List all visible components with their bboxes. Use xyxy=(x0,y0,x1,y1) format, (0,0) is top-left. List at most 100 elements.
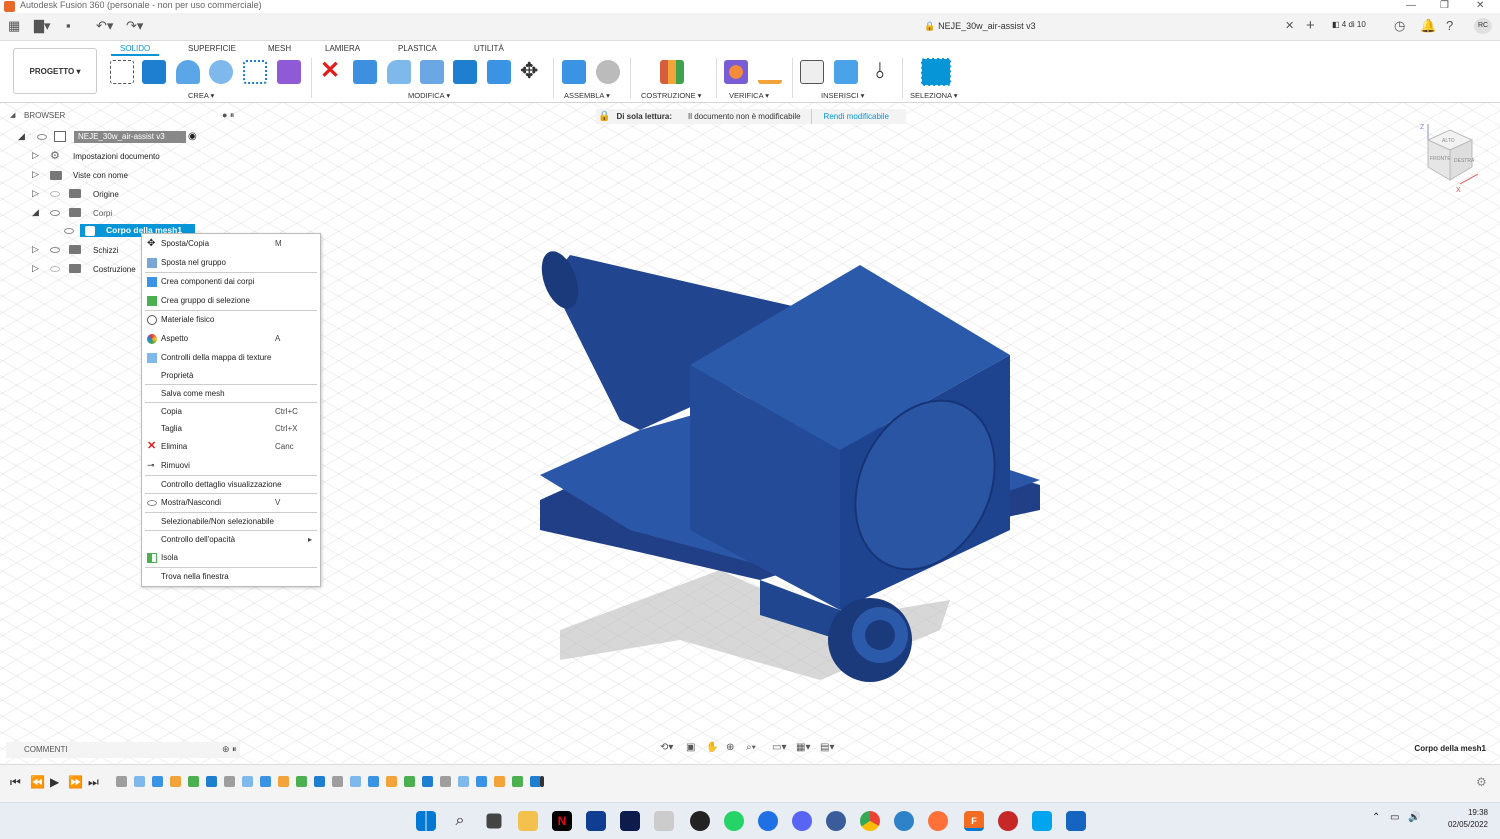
browser-root-node[interactable]: NEJE_30w_air-assist v3 xyxy=(74,131,186,143)
file-icon[interactable]: ▇▾ xyxy=(34,18,51,34)
whatsapp-icon[interactable] xyxy=(724,811,744,831)
visibility-eye-icon[interactable] xyxy=(50,266,60,272)
netflix-icon[interactable]: N xyxy=(552,811,572,831)
mesh-model-3d[interactable] xyxy=(520,240,1060,700)
fusion-360-taskbar-icon[interactable]: F xyxy=(964,811,984,831)
menu-item-mappa-texture[interactable]: Controlli della mappa di texture xyxy=(142,349,320,366)
timeline-feature-icon[interactable] xyxy=(512,776,523,787)
timeline-feature-icon[interactable] xyxy=(386,776,397,787)
browser-item-origine[interactable]: Origine xyxy=(93,190,119,199)
menu-item-aspetto[interactable]: Aspetto A xyxy=(142,330,320,347)
zoom-window-icon[interactable]: ⌕▾ xyxy=(746,742,756,753)
edge-icon[interactable] xyxy=(894,811,914,831)
menu-item-sposta-copia[interactable]: ✥ Sposta/Copia M xyxy=(142,235,320,252)
expand-icon[interactable]: ▷ xyxy=(32,244,39,255)
tab-superficie[interactable]: SUPERFICIE xyxy=(188,44,236,53)
tab-lamiera[interactable]: LAMIERA xyxy=(325,44,360,53)
document-tab[interactable]: 🔒 NEJE_30w_air-assist v3 xyxy=(630,21,1330,32)
insert-derive-icon[interactable] xyxy=(800,60,824,84)
menu-item-rimuovi[interactable]: ⊸ Rimuovi xyxy=(142,457,320,474)
menu-item-opacita[interactable]: Controllo dell'opacità ▸ xyxy=(142,531,320,548)
timeline-feature-icon[interactable] xyxy=(332,776,343,787)
tab-plastica[interactable]: PLASTICA xyxy=(398,44,437,53)
timeline-feature-icon[interactable] xyxy=(242,776,253,787)
browser-pin-icon[interactable]: ● ⏸ xyxy=(222,110,234,121)
expand-icon[interactable]: ▷ xyxy=(32,150,39,161)
maximize-icon[interactable]: ❐ xyxy=(1440,0,1449,11)
canvas-image-icon[interactable] xyxy=(834,60,858,84)
pan-icon[interactable]: ✋ xyxy=(706,742,718,753)
create-sketch-icon[interactable] xyxy=(110,60,134,84)
discord-icon[interactable] xyxy=(792,811,812,831)
app-icon-red[interactable] xyxy=(998,811,1018,831)
collapse-root-icon[interactable]: ◢ xyxy=(18,131,25,142)
prime-video-icon[interactable] xyxy=(586,811,606,831)
help-icon[interactable]: ? xyxy=(1446,18,1453,33)
browser-item-costruzione[interactable]: Costruzione xyxy=(93,265,136,274)
tab-mesh[interactable]: MESH xyxy=(268,44,291,53)
browser-item-viste[interactable]: Viste con nome xyxy=(73,171,128,180)
timeline-feature-icon[interactable] xyxy=(152,776,163,787)
zoom-icon[interactable]: ⊕ xyxy=(726,742,734,753)
measure-icon[interactable] xyxy=(758,60,782,84)
delete-icon[interactable]: ✕ xyxy=(320,59,344,84)
group-inserisci[interactable]: INSERISCI ▾ xyxy=(821,91,864,100)
task-view-icon[interactable] xyxy=(486,813,502,829)
joint-icon[interactable] xyxy=(596,60,620,84)
timeline-feature-icon[interactable] xyxy=(296,776,307,787)
timeline-feature-icon[interactable] xyxy=(260,776,271,787)
file-explorer-icon[interactable] xyxy=(518,811,538,831)
move-icon[interactable]: ✥ xyxy=(520,60,544,84)
collapse-icon[interactable]: ◢ xyxy=(32,207,39,218)
menu-item-dettaglio[interactable]: Controllo dettaglio visualizzazione xyxy=(142,476,320,493)
timeline-last-icon[interactable]: ⏭ xyxy=(88,775,99,790)
orbit-icon[interactable]: ⟲▾ xyxy=(660,742,673,753)
decal-icon[interactable]: ⫰ xyxy=(868,60,892,84)
timeline-feature-icon[interactable] xyxy=(206,776,217,787)
menu-item-isola[interactable]: Isola xyxy=(142,549,320,566)
menu-item-mostra-nascondi[interactable]: Mostra/Nascondi V xyxy=(142,494,320,511)
timeline-feature-icon[interactable] xyxy=(404,776,415,787)
windows-start-icon[interactable] xyxy=(416,811,436,831)
firefox-icon[interactable] xyxy=(928,811,948,831)
timeline-feature-icon[interactable] xyxy=(170,776,181,787)
expand-icon[interactable]: ▷ xyxy=(32,263,39,274)
chamfer-icon[interactable] xyxy=(420,60,444,84)
fillet-icon[interactable] xyxy=(387,60,411,84)
disney-plus-icon[interactable] xyxy=(620,811,640,831)
browser-item-schizzi[interactable]: Schizzi xyxy=(93,246,118,255)
menu-item-elimina[interactable]: ✕ Elimina Canc xyxy=(142,438,320,455)
new-tab-icon[interactable]: + xyxy=(1306,17,1315,34)
group-seleziona[interactable]: SELEZIONA ▾ xyxy=(910,91,958,100)
timeline-play-icon[interactable]: ▶ xyxy=(50,775,59,789)
group-crea[interactable]: CREA ▾ xyxy=(188,91,214,100)
timeline-first-icon[interactable]: ⏮ xyxy=(10,775,21,790)
search-icon[interactable]: ⌕ xyxy=(450,811,470,831)
progetto-button[interactable]: PROGETTO ▾ xyxy=(13,48,97,94)
timeline-settings-gear-icon[interactable]: ⚙ xyxy=(1476,775,1487,789)
tab-utilita[interactable]: UTILITÀ xyxy=(474,44,504,53)
minimize-icon[interactable]: — xyxy=(1406,0,1416,11)
display-settings-icon[interactable]: ▭▾ xyxy=(772,742,786,753)
app-icon-cyan[interactable] xyxy=(1032,811,1052,831)
press-pull-icon[interactable] xyxy=(353,60,377,84)
browser-header[interactable]: ◢ BROWSER ● ⏸ xyxy=(6,108,240,124)
extrude-icon[interactable] xyxy=(142,60,166,84)
menu-item-selezionabile[interactable]: Selezionabile/Non selezionabile xyxy=(142,513,320,530)
timeline-prev-icon[interactable]: ⏪ xyxy=(30,775,45,789)
timeline-feature-icon[interactable] xyxy=(314,776,325,787)
tab-solido[interactable]: SOLIDO xyxy=(120,44,150,53)
taskbar-clock[interactable]: 19:38 02/05/2022 xyxy=(1428,807,1488,831)
timeline-feature-icon[interactable] xyxy=(368,776,379,787)
steam-icon[interactable] xyxy=(826,811,846,831)
group-verifica[interactable]: VERIFICA ▾ xyxy=(729,91,769,100)
group-modifica[interactable]: MODIFICA ▾ xyxy=(408,91,450,100)
visibility-eye-icon[interactable] xyxy=(50,210,60,216)
network-icon[interactable]: ▭ xyxy=(1390,812,1399,823)
timeline-marker[interactable] xyxy=(540,776,544,787)
timeline-feature-icon[interactable] xyxy=(278,776,289,787)
timeline-feature-icon[interactable] xyxy=(422,776,433,787)
messenger-icon[interactable] xyxy=(758,811,778,831)
expand-icon[interactable]: ▷ xyxy=(32,169,39,180)
avatar[interactable]: RC xyxy=(1474,18,1492,34)
